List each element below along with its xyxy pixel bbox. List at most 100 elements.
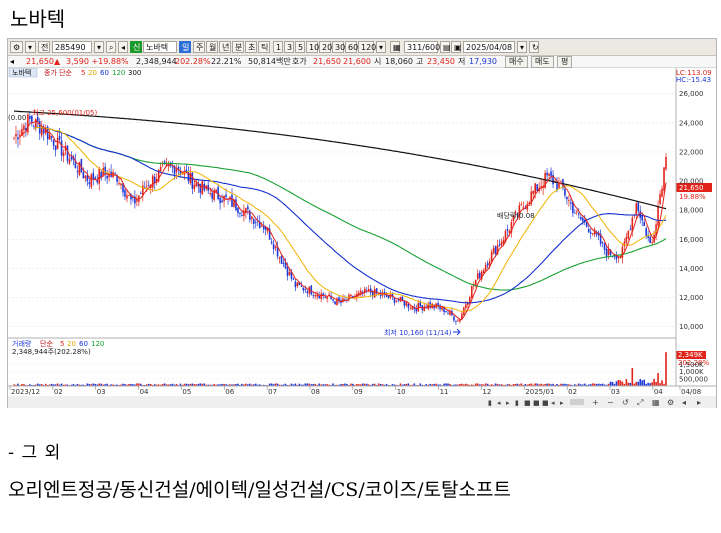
x-tick-label: 05 <box>182 388 191 396</box>
candle-body <box>649 236 651 244</box>
calendar-icon[interactable]: ▣ <box>451 41 462 53</box>
candle-body <box>445 311 447 313</box>
vol-legend-ma20: 20 <box>67 340 76 348</box>
vol-legend-ma60: 60 <box>79 340 88 348</box>
stock-code-input[interactable]: 285490 <box>52 41 92 53</box>
candle-body <box>96 180 99 183</box>
candle-body <box>90 174 93 187</box>
period-week-button[interactable]: 주 <box>193 41 205 53</box>
candle-body <box>88 182 91 185</box>
low-label: 저 <box>458 57 466 66</box>
x-tick-label: 11 <box>440 388 449 396</box>
candle-body <box>407 303 410 308</box>
section-heading-others: - 그 외 <box>8 443 62 463</box>
refresh-icon[interactable]: ↻ <box>529 41 539 53</box>
period-tick-button[interactable]: 틱 <box>258 41 270 53</box>
prev-stock-icon[interactable]: ◂ <box>118 41 128 53</box>
date-input[interactable]: 2025/04/08 <box>463 41 515 53</box>
candle-body <box>657 205 659 226</box>
candle-body <box>40 127 43 136</box>
candle-body <box>118 183 120 185</box>
candle-body <box>373 289 376 298</box>
x-tick-label: 04 <box>654 388 663 396</box>
candle-body <box>320 293 322 300</box>
zoom-tool-icon: ↺ <box>622 398 629 407</box>
y-tick-label: 18,000 <box>679 207 704 215</box>
y-tick-label: 20,000 <box>679 178 704 186</box>
candle-body <box>27 114 29 133</box>
candle-body <box>219 197 221 204</box>
price-info-bar: ◂ 21,650▲ 3,590 +19.88% 2,348,944 202.28… <box>8 56 716 68</box>
stock-type-badge: 신 <box>130 41 142 53</box>
candle-body <box>546 172 548 176</box>
alert-icon[interactable]: ◂ <box>10 56 14 67</box>
chart-icon[interactable]: ▤ <box>440 41 451 53</box>
candle-body <box>486 263 489 266</box>
all-toggle-button[interactable]: 전 <box>38 41 50 53</box>
candle-body <box>280 255 283 264</box>
company-list: 오리엔트정공/동신건설/에이텍/일성건설/CS/코이즈/토탈소프트 <box>8 479 511 501</box>
period-year-button[interactable]: 년 <box>219 41 231 53</box>
y-tick-label: 14,000 <box>679 265 704 273</box>
interval-5-button[interactable]: 5 <box>295 41 305 53</box>
date-dropdown-icon[interactable]: ▾ <box>517 41 527 53</box>
period-day-button[interactable]: 일 <box>179 41 191 53</box>
vol-legend-ma5: 5 <box>60 340 64 348</box>
volume-bar <box>657 373 659 386</box>
zoom-tool-icon: − <box>607 398 614 407</box>
stock-name-field[interactable]: 노바텍 <box>143 41 177 53</box>
candle-body <box>605 248 608 257</box>
volume-legend-value: 2,348,944주(202.28%) <box>12 348 91 356</box>
interval-60-button[interactable]: 60 <box>345 41 358 53</box>
candle-body <box>548 173 550 176</box>
candle-body <box>145 185 148 187</box>
volume-bar <box>639 379 642 386</box>
interval-30-button[interactable]: 30 <box>332 41 345 53</box>
evaluate-button[interactable]: 평 <box>557 56 573 68</box>
candle-body <box>286 267 289 276</box>
candle-body <box>409 308 412 310</box>
candle-body <box>574 212 576 214</box>
x-tick-label: 04 <box>140 388 149 396</box>
y-tick-label: 22,000 <box>679 148 704 156</box>
zoom-tool-icon: ⤢ <box>636 398 643 407</box>
high-label: 고 <box>416 57 424 66</box>
candle-body <box>641 216 644 221</box>
buy-button[interactable]: 매수 <box>505 56 528 68</box>
period-minute-button[interactable]: 분 <box>232 41 244 53</box>
sell-button[interactable]: 매도 <box>531 56 554 68</box>
interval-dropdown-icon[interactable]: ▾ <box>376 41 386 53</box>
settings-icon[interactable]: ⚙ <box>10 41 23 53</box>
interval-20-button[interactable]: 20 <box>319 41 332 53</box>
zoom-tool-icon: ◂ <box>682 398 686 407</box>
ask-price: 21,650 <box>313 57 341 66</box>
volume-bar <box>651 382 653 386</box>
candle-body <box>500 241 503 246</box>
candle-body <box>566 196 568 200</box>
y-tick-label: 16,000 <box>679 236 704 244</box>
candle-body <box>60 140 63 156</box>
interval-10-button[interactable]: 10 <box>306 41 319 53</box>
interval-1-button[interactable]: 1 <box>273 41 283 53</box>
dropdown-icon[interactable]: ▾ <box>25 41 36 53</box>
period-second-button[interactable]: 초 <box>245 41 257 53</box>
candle-body <box>576 211 578 213</box>
candle-body <box>470 286 473 298</box>
zoom-tool-icon: + <box>592 398 599 407</box>
data-count-field[interactable]: 311/600 <box>404 41 440 53</box>
interval-3-button[interactable]: 3 <box>284 41 294 53</box>
y-tick-label: 12,000 <box>679 294 704 302</box>
candle-body <box>578 213 580 215</box>
candle-body <box>506 228 509 231</box>
period-month-button[interactable]: 월 <box>206 41 218 53</box>
interval-120-button[interactable]: 120 <box>358 41 376 53</box>
grid-icon[interactable]: ▦ <box>390 41 401 53</box>
code-dropdown-icon[interactable]: ▾ <box>94 41 104 53</box>
current-price: 21,650▲ <box>26 57 61 66</box>
candle-body <box>68 159 71 164</box>
volume-bar <box>619 380 622 386</box>
search-icon[interactable]: ⌕ <box>106 41 116 53</box>
candle-body <box>659 194 661 204</box>
scroll-button-icon: ▸ <box>560 399 564 407</box>
price-volume-chart[interactable]: 노바텍 종가 단순 5 20 60 120 300 LC:113.09 HC:-… <box>8 68 716 408</box>
